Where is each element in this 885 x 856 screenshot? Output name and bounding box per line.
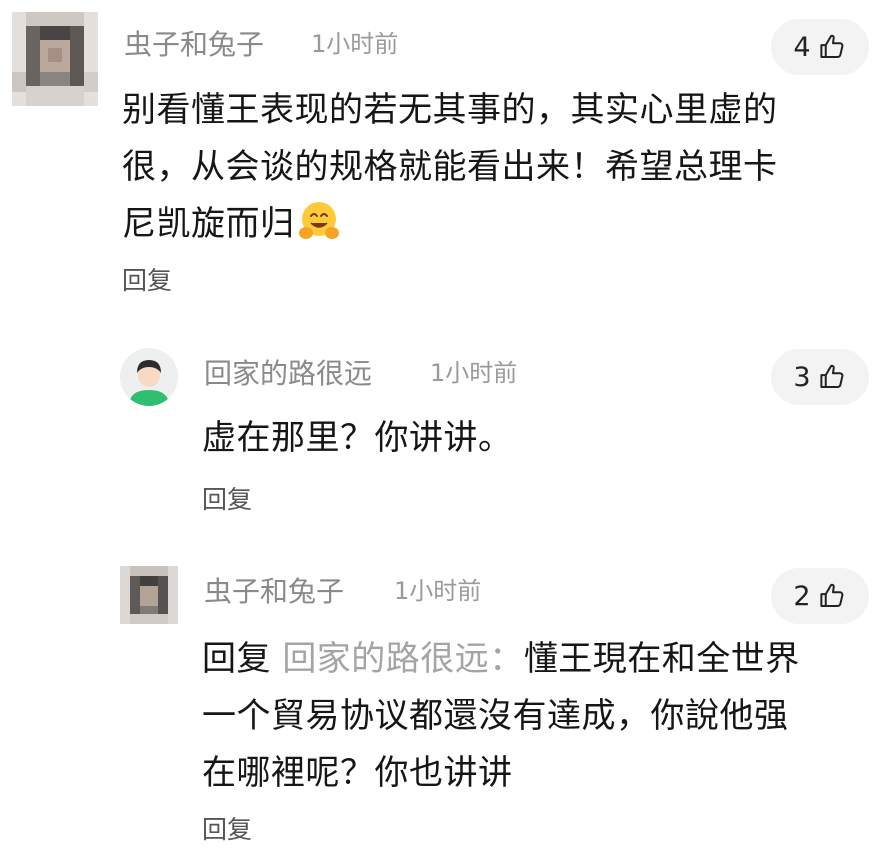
hugging-face-emoji-icon xyxy=(298,202,339,239)
like-button[interactable]: 3 xyxy=(771,349,869,405)
avatar[interactable] xyxy=(120,348,178,406)
comment-text: 回复 回家的路很远：懂王現在和全世界 一个貿易协议都還沒有達成，你說他强 在哪裡… xyxy=(202,631,800,802)
default-user-avatar-icon xyxy=(120,348,178,406)
avatar[interactable] xyxy=(12,12,98,106)
timestamp: 1小时前 xyxy=(430,359,518,387)
comment-text: 虚在那里？你讲讲。 xyxy=(202,410,513,467)
reply-button[interactable]: 回复 xyxy=(122,268,172,293)
thumbs-up-icon xyxy=(819,364,844,388)
username[interactable]: 回家的路很远 xyxy=(204,360,372,388)
reply-button[interactable]: 回复 xyxy=(202,817,252,842)
pixelated-avatar-icon xyxy=(120,566,178,624)
like-button[interactable]: 4 xyxy=(771,19,869,75)
thumbs-up-icon xyxy=(819,583,844,607)
timestamp: 1小时前 xyxy=(311,30,399,58)
like-count: 4 xyxy=(793,31,811,63)
comment-text-line: 别看懂王表现的若无其事的，其实心里虚的 xyxy=(122,90,778,130)
comment-text-line: 懂王現在和全世界 xyxy=(523,639,800,679)
comment-text-line: 在哪裡呢？你也讲讲 xyxy=(202,753,513,793)
timestamp: 1小时前 xyxy=(394,577,482,605)
reply-prefix: 回复 xyxy=(202,639,271,679)
comment-text-line: 一个貿易协议都還沒有達成，你說他强 xyxy=(202,696,789,736)
pixelated-avatar-icon xyxy=(12,12,98,106)
avatar[interactable] xyxy=(120,566,178,624)
comment-text-line: 很，从会谈的规格就能看出来！希望总理卡 xyxy=(122,147,778,187)
comment-text-line: 虚在那里？你讲讲。 xyxy=(202,418,513,458)
comment-text-line: 尼凯旋而归 xyxy=(122,204,295,244)
username[interactable]: 虫子和兔子 xyxy=(204,578,344,606)
thumbs-up-icon xyxy=(819,34,844,58)
like-button[interactable]: 2 xyxy=(771,568,869,624)
username[interactable]: 虫子和兔子 xyxy=(124,31,264,59)
like-count: 3 xyxy=(793,361,811,393)
reply-button[interactable]: 回复 xyxy=(202,487,252,512)
like-count: 2 xyxy=(793,580,811,612)
reply-target-username[interactable]: 回家的路很远： xyxy=(282,639,524,679)
comment-text: 别看懂王表现的若无其事的，其实心里虚的 很，从会谈的规格就能看出来！希望总理卡 … xyxy=(122,82,778,253)
